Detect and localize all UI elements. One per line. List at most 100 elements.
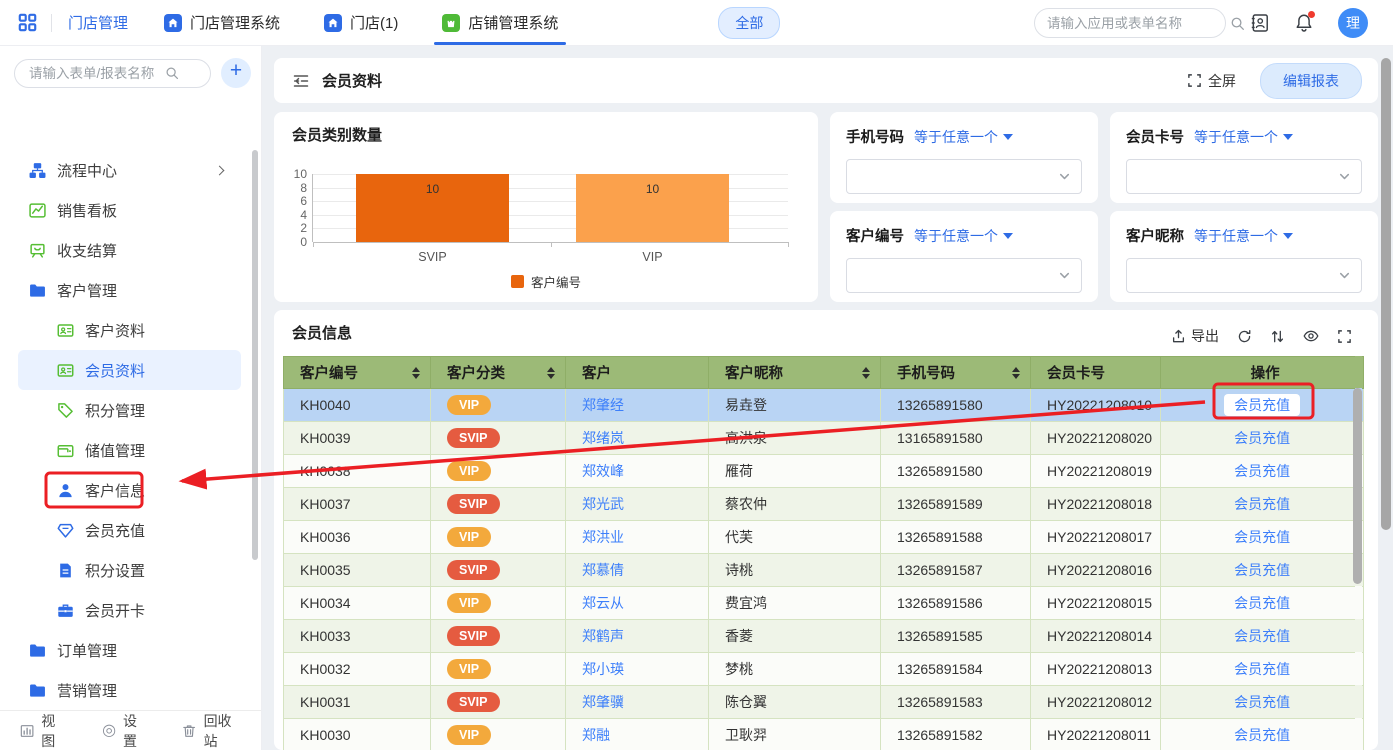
bar-vip[interactable]: 10 xyxy=(576,174,729,242)
sidebar-item-marketing-mgmt[interactable]: 营销管理 xyxy=(0,670,261,710)
member-recharge-link[interactable]: 会员充值 xyxy=(1234,694,1290,710)
sidebar-item-process-center[interactable]: 流程中心 xyxy=(0,150,261,190)
sidebar-item-sales-board[interactable]: 销售看板 xyxy=(0,190,261,230)
table-row[interactable]: KH0034 VIP 郑云从 费宜鸿 13265891586 HY2022120… xyxy=(284,587,1364,620)
sort-carets-icon[interactable] xyxy=(1012,367,1020,379)
tab-store-mgmt-system[interactable]: 门店管理系统 xyxy=(164,0,280,45)
customer-link[interactable]: 郑肇骥 xyxy=(582,694,624,710)
table-fullscreen-icon[interactable] xyxy=(1337,329,1352,344)
table-column-header[interactable]: 客户分类 xyxy=(431,357,566,389)
sort-carets-icon[interactable] xyxy=(547,367,555,379)
sidebar-item-member-profile[interactable]: 会员资料 xyxy=(18,350,241,390)
table-row[interactable]: KH0032 VIP 郑小瑛 梦桃 13265891584 HY20221208… xyxy=(284,653,1364,686)
sidebar-scrollbar[interactable] xyxy=(252,150,258,560)
y-tick: 2 xyxy=(285,221,307,235)
sort-carets-icon[interactable] xyxy=(862,367,870,379)
app-grid-icon[interactable] xyxy=(18,13,37,32)
notification-bell-icon[interactable] xyxy=(1294,13,1314,33)
chart-legend[interactable]: 客户编号 xyxy=(274,272,818,291)
table-row[interactable]: KH0038 VIP 郑效峰 雁荷 13265891580 HY20221208… xyxy=(284,455,1364,488)
table-row[interactable]: KH0030 VIP 郑融 卫耿羿 13265891582 HY20221208… xyxy=(284,719,1364,750)
filter-condition-dropdown[interactable]: 等于任意一个 xyxy=(1194,226,1293,246)
tab-store-1[interactable]: 门店(1) xyxy=(324,0,398,45)
export-button[interactable]: 导出 xyxy=(1171,326,1219,346)
table-column-header[interactable]: 操作 xyxy=(1161,357,1364,389)
all-apps-button[interactable]: 全部 xyxy=(718,7,780,39)
filter-value-select[interactable] xyxy=(1126,258,1362,293)
table-row[interactable]: KH0039 SVIP 郑绪岚 高洪泉 13165891580 HY202212… xyxy=(284,422,1364,455)
table-row[interactable]: KH0037 SVIP 郑光武 蔡农仲 13265891589 HY202212… xyxy=(284,488,1364,521)
member-recharge-link[interactable]: 会员充值 xyxy=(1234,727,1290,743)
table-row[interactable]: KH0035 SVIP 郑慕倩 诗桃 13265891587 HY2022120… xyxy=(284,554,1364,587)
workspace-label[interactable]: 门店管理 xyxy=(68,12,128,33)
customer-link[interactable]: 郑光武 xyxy=(582,496,624,512)
global-search-input[interactable] xyxy=(1047,16,1224,31)
sort-icon[interactable] xyxy=(1270,329,1285,344)
member-recharge-link[interactable]: 会员充值 xyxy=(1234,529,1290,545)
sidebar-item-customer-mgmt[interactable]: 客户管理 xyxy=(0,270,261,310)
main-scrollbar[interactable] xyxy=(1381,58,1391,530)
search-icon[interactable] xyxy=(1230,16,1245,31)
sidebar-item-member-recharge[interactable]: 会员充值 xyxy=(0,510,261,550)
customer-link[interactable]: 郑鹤声 xyxy=(582,628,624,644)
member-recharge-link[interactable]: 会员充值 xyxy=(1234,595,1290,611)
filter-condition-dropdown[interactable]: 等于任意一个 xyxy=(914,226,1013,246)
member-recharge-link[interactable]: 会员充值 xyxy=(1234,496,1290,512)
table-column-header[interactable]: 手机号码 xyxy=(881,357,1031,389)
fullscreen-button[interactable]: 全屏 xyxy=(1187,71,1236,91)
sidebar-item-points-settings[interactable]: 积分设置 xyxy=(0,550,261,590)
add-button[interactable]: + xyxy=(221,58,251,88)
recycle-bin-button[interactable]: 回收站 xyxy=(182,711,241,750)
member-recharge-link[interactable]: 会员充值 xyxy=(1224,394,1300,416)
filter-value-select[interactable] xyxy=(846,258,1082,293)
customer-link[interactable]: 郑云从 xyxy=(582,595,624,611)
collapse-sidebar-icon[interactable] xyxy=(292,72,310,90)
bar-svip[interactable]: 10 xyxy=(356,174,509,242)
table-column-header[interactable]: 客户编号 xyxy=(284,357,431,389)
sidebar-item-stored-value-mgmt[interactable]: 储值管理 xyxy=(0,430,261,470)
contacts-icon[interactable] xyxy=(1250,13,1270,33)
table-row[interactable]: KH0033 SVIP 郑鹤声 香菱 13265891585 HY2022120… xyxy=(284,620,1364,653)
views-button[interactable]: 视图 xyxy=(20,711,66,750)
table-column-header[interactable]: 客户 xyxy=(566,357,709,389)
sidebar-item-points-mgmt[interactable]: 积分管理 xyxy=(0,390,261,430)
avatar[interactable]: 理 xyxy=(1338,8,1368,38)
filter-condition-dropdown[interactable]: 等于任意一个 xyxy=(1194,127,1293,147)
sidebar-search-input[interactable] xyxy=(29,66,159,81)
search-icon[interactable] xyxy=(165,66,179,80)
customer-link[interactable]: 郑肇经 xyxy=(582,397,624,413)
filter-value-select[interactable] xyxy=(1126,159,1362,194)
table-column-header[interactable]: 客户昵称 xyxy=(709,357,881,389)
edit-report-button[interactable]: 编辑报表 xyxy=(1260,63,1362,99)
member-recharge-link[interactable]: 会员充值 xyxy=(1234,628,1290,644)
sidebar-footer: 视图 ◎ 设置 回收站 xyxy=(0,710,261,750)
settings-button[interactable]: ◎ 设置 xyxy=(102,711,146,750)
filter-condition-dropdown[interactable]: 等于任意一个 xyxy=(914,127,1013,147)
customer-link[interactable]: 郑慕倩 xyxy=(582,562,624,578)
sidebar-item-income-expense[interactable]: 收支结算 xyxy=(0,230,261,270)
customer-link[interactable]: 郑小瑛 xyxy=(582,661,624,677)
member-recharge-link[interactable]: 会员充值 xyxy=(1234,463,1290,479)
table-row[interactable]: KH0036 VIP 郑洪业 代芙 13265891588 HY20221208… xyxy=(284,521,1364,554)
table-column-header[interactable]: 会员卡号 xyxy=(1031,357,1161,389)
table-scrollbar[interactable] xyxy=(1353,388,1362,584)
sidebar-item-member-card-opening[interactable]: 会员开卡 xyxy=(0,590,261,630)
sidebar-item-customer-info[interactable]: 客户信息 xyxy=(0,470,261,510)
table-row[interactable]: KH0040 VIP 郑肇经 易垚登 13265891580 HY2022120… xyxy=(284,389,1364,422)
table-row[interactable]: KH0031 SVIP 郑肇骥 陈仓翼 13265891583 HY202212… xyxy=(284,686,1364,719)
member-recharge-link[interactable]: 会员充值 xyxy=(1234,562,1290,578)
customer-link[interactable]: 郑效峰 xyxy=(582,463,624,479)
sidebar-item-customer-profile[interactable]: 客户资料 xyxy=(0,310,261,350)
visibility-eye-icon[interactable] xyxy=(1303,328,1319,344)
member-recharge-link[interactable]: 会员充值 xyxy=(1234,661,1290,677)
tab-shop-mgmt-system[interactable]: 店铺管理系统 xyxy=(442,0,558,45)
cell-category: VIP xyxy=(431,521,566,554)
customer-link[interactable]: 郑洪业 xyxy=(582,529,624,545)
member-recharge-link[interactable]: 会员充值 xyxy=(1234,430,1290,446)
filter-value-select[interactable] xyxy=(846,159,1082,194)
customer-link[interactable]: 郑绪岚 xyxy=(582,430,624,446)
customer-link[interactable]: 郑融 xyxy=(582,727,610,743)
refresh-icon[interactable] xyxy=(1237,329,1252,344)
sidebar-item-order-mgmt[interactable]: 订单管理 xyxy=(0,630,261,670)
sort-carets-icon[interactable] xyxy=(412,367,420,379)
